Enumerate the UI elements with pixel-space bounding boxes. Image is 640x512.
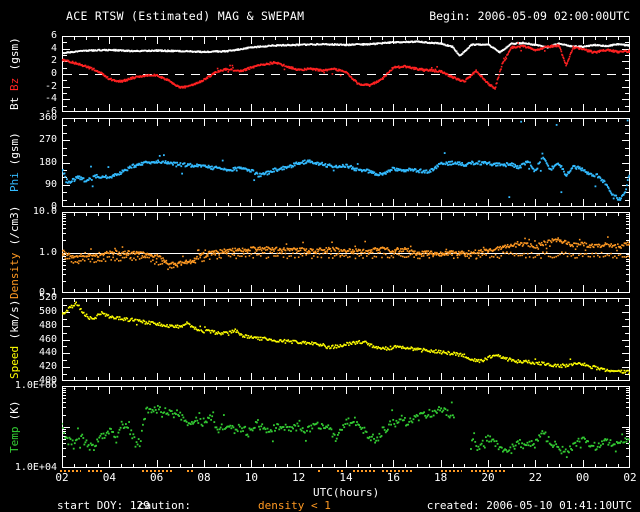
bt-bz-plot bbox=[62, 36, 630, 112]
hour-label: 14 bbox=[339, 471, 353, 484]
y-axis-title-part: (K) bbox=[8, 400, 21, 427]
hour-label: 08 bbox=[197, 471, 211, 484]
caution-label: caution: bbox=[138, 499, 191, 512]
y-axis-title-part: (/cm3) bbox=[8, 206, 21, 253]
caution-flag-mark bbox=[381, 470, 413, 472]
temp-plot bbox=[62, 386, 630, 468]
begin-timestamp: Begin: 2006-05-09 02:00:00UTC bbox=[429, 9, 630, 23]
start-doy-label: start DOY: 129 bbox=[57, 499, 150, 512]
y-axis-title-part: Bt bbox=[8, 90, 21, 111]
caution-density-note: density < 1 bbox=[258, 499, 331, 512]
caution-flag-mark bbox=[471, 470, 505, 472]
y-axis-title-part: (gsm) bbox=[8, 37, 21, 78]
hour-label: 22 bbox=[528, 471, 542, 484]
phi-axis-title: Phi (gsm) bbox=[6, 118, 23, 207]
caution-flag-mark bbox=[88, 470, 103, 472]
speed-axis-title: Speed (km/s) bbox=[6, 298, 23, 381]
hour-label: 12 bbox=[292, 471, 306, 484]
caution-flag-mark bbox=[353, 470, 377, 472]
panel-bt-bz bbox=[62, 36, 630, 112]
caution-flag-mark bbox=[440, 470, 462, 472]
caution-flag-mark bbox=[317, 470, 323, 472]
caution-flag-mark bbox=[336, 470, 345, 472]
panel-temp bbox=[62, 386, 630, 468]
density-plot bbox=[62, 212, 630, 293]
hour-label: 18 bbox=[434, 471, 448, 484]
y-axis-title-part: Bz bbox=[8, 77, 21, 91]
panel-density bbox=[62, 212, 630, 293]
caution-flag-mark bbox=[187, 470, 195, 472]
speed-plot bbox=[62, 298, 630, 381]
hour-label: 06 bbox=[150, 471, 164, 484]
created-timestamp: created: 2006-05-10 01:41:10UTC bbox=[426, 499, 632, 512]
y-axis-title-part: (km/s) bbox=[8, 299, 21, 347]
hour-label: 20 bbox=[481, 471, 495, 484]
bt-bz-axis-title: Bt Bz (gsm) bbox=[6, 36, 23, 112]
panel-speed bbox=[62, 298, 630, 381]
hour-label: 00 bbox=[576, 471, 590, 484]
y-axis-title-part: Speed bbox=[8, 346, 21, 380]
y-axis-title-part: Phi bbox=[8, 172, 21, 193]
hour-label: 02 bbox=[55, 471, 69, 484]
y-axis-title-part: (gsm) bbox=[8, 132, 21, 173]
hour-label: 04 bbox=[102, 471, 116, 484]
hour-label: 10 bbox=[244, 471, 258, 484]
temp-axis-title: Temp (K) bbox=[6, 386, 23, 468]
plot-title: ACE RTSW (Estimated) MAG & SWEPAM bbox=[66, 9, 305, 23]
caution-flag-mark bbox=[59, 470, 81, 472]
hour-label: 16 bbox=[386, 471, 400, 484]
hour-label: 02 bbox=[623, 471, 637, 484]
x-axis-title: UTC(hours) bbox=[313, 486, 380, 499]
caution-flag-mark bbox=[142, 470, 174, 472]
density-axis-title: Density (/cm3) bbox=[6, 206, 23, 299]
phi-plot bbox=[62, 118, 630, 207]
ace-rtsw-plot: ACE RTSW (Estimated) MAG & SWEPAM Begin:… bbox=[0, 0, 640, 512]
panel-phi bbox=[62, 118, 630, 207]
y-axis-title-part: Temp bbox=[8, 427, 21, 454]
